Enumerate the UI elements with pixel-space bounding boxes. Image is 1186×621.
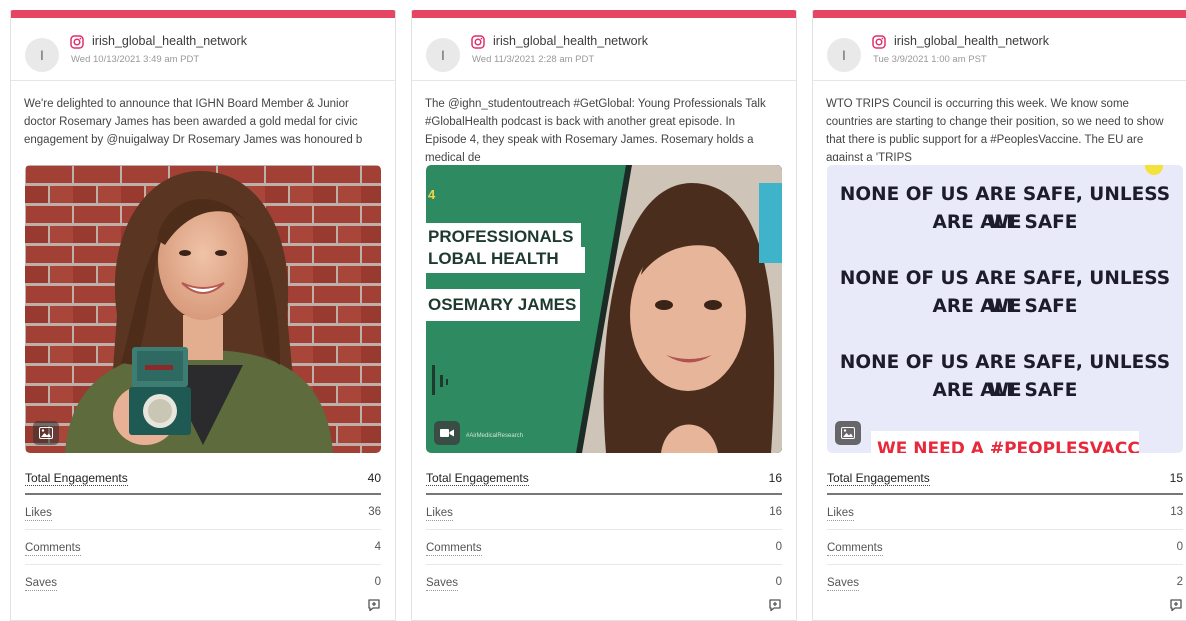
avatar: I (25, 38, 59, 72)
likes-row: Likes 16 (426, 495, 782, 530)
slogan-line: ARE ALL SAFE (932, 296, 1078, 317)
metric-label[interactable]: Saves (827, 576, 859, 591)
engagement-metrics: Total Engagements 15 Likes 13 Comments 0… (827, 460, 1183, 600)
metric-value: 0 (374, 576, 381, 588)
total-engagements-row: Total Engagements 15 (827, 460, 1183, 495)
avatar: I (827, 38, 861, 72)
total-engagements-row: Total Engagements 16 (426, 460, 782, 495)
accent-bar (813, 10, 1186, 18)
metric-value: 4 (374, 541, 381, 553)
metric-value: 15 (1169, 471, 1183, 485)
metric-value: 0 (775, 541, 782, 553)
accent-bar (412, 10, 796, 18)
account-name[interactable]: irish_global_health_network (493, 34, 648, 48)
metric-label[interactable]: Comments (827, 541, 883, 556)
post-card: I irish_global_health_network Tue 3/9/20… (812, 10, 1186, 621)
add-comment-icon[interactable] (367, 598, 381, 612)
accent-bar (11, 10, 395, 18)
saves-row: Saves 0 (426, 565, 782, 600)
metric-value: 13 (1170, 506, 1183, 518)
video-icon (434, 421, 460, 445)
post-header: I irish_global_health_network Wed 10/13/… (11, 18, 395, 81)
metric-label[interactable]: Comments (426, 541, 482, 556)
account-name[interactable]: irish_global_health_network (894, 34, 1049, 48)
saves-row: Saves 0 (25, 565, 381, 600)
account-name[interactable]: irish_global_health_network (92, 34, 247, 48)
metric-label[interactable]: Saves (426, 576, 458, 591)
banner-text: WE NEED A #PEOPLESVACCINE (877, 439, 1139, 453)
post-header: I irish_global_health_network Wed 11/3/2… (412, 18, 796, 81)
add-comment-icon[interactable] (768, 598, 782, 612)
post-caption: We're delighted to announce that IGHN Bo… (24, 95, 368, 161)
metric-value: 0 (1176, 541, 1183, 553)
post-card: I irish_global_health_network Wed 10/13/… (10, 10, 396, 621)
likes-row: Likes 36 (25, 495, 381, 530)
campaign-banner: WE NEED A #PEOPLESVACCINE (871, 431, 1139, 453)
metric-label[interactable]: Likes (25, 506, 52, 521)
total-engagements-row: Total Engagements 40 (25, 460, 381, 495)
post-header: I irish_global_health_network Tue 3/9/20… (813, 18, 1186, 81)
engagement-metrics: Total Engagements 40 Likes 36 Comments 4… (25, 460, 381, 600)
metric-value: 16 (769, 506, 782, 518)
post-caption: WTO TRIPS Council is occurring this week… (826, 95, 1176, 161)
image-icon (33, 421, 59, 445)
comments-row: Comments 4 (25, 530, 381, 565)
metric-label[interactable]: Total Engagements (426, 471, 529, 486)
instagram-icon (70, 35, 84, 49)
metric-value: 40 (367, 471, 381, 485)
guest-name: OSEMARY JAMES (426, 289, 581, 321)
avatar: I (426, 38, 460, 72)
media-title-line2: LOBAL HEALTH (426, 247, 585, 273)
metric-value: 0 (775, 576, 782, 588)
slogan-line: ARE ALL SAFE (932, 380, 1078, 401)
image-icon (835, 421, 861, 445)
medal-photo (25, 165, 381, 453)
saves-row: Saves 2 (827, 565, 1183, 600)
comments-row: Comments 0 (827, 530, 1183, 565)
slogan-line: ARE ALL SAFE (932, 212, 1078, 233)
episode-number: 4 (428, 187, 436, 202)
metric-label[interactable]: Likes (426, 506, 453, 521)
metric-label[interactable]: Total Engagements (827, 471, 930, 486)
instagram-icon (471, 35, 485, 49)
metric-value: 36 (368, 506, 381, 518)
post-image[interactable] (25, 165, 381, 453)
add-comment-icon[interactable] (1169, 598, 1183, 612)
media-title-line1: PROFESSIONALS (426, 223, 582, 249)
post-timestamp: Wed 10/13/2021 3:49 am PDT (71, 54, 200, 65)
metric-label[interactable]: Likes (827, 506, 854, 521)
metric-value: 16 (768, 471, 782, 485)
sticker (1145, 165, 1163, 175)
metric-label[interactable]: Saves (25, 576, 57, 591)
metric-value: 2 (1176, 576, 1183, 588)
comments-row: Comments 0 (426, 530, 782, 565)
instagram-icon (872, 35, 886, 49)
post-caption: The @ighn_studentoutreach #GetGlobal: Yo… (425, 95, 769, 161)
post-video[interactable]: 4 PROFESSIONALS LOBAL HEALTH OSEMARY JAM… (426, 165, 782, 453)
metric-label[interactable]: Comments (25, 541, 81, 556)
post-image[interactable]: NONE OF US ARE SAFE, UNLESS WE ARE ALL S… (827, 165, 1183, 453)
media-footer-text: #AirMedicalResearch (466, 433, 524, 439)
post-timestamp: Tue 3/9/2021 1:00 am PST (873, 54, 987, 65)
post-timestamp: Wed 11/3/2021 2:28 am PDT (472, 54, 595, 65)
engagement-metrics: Total Engagements 16 Likes 16 Comments 0… (426, 460, 782, 600)
metric-label[interactable]: Total Engagements (25, 471, 128, 486)
post-card: I irish_global_health_network Wed 11/3/2… (411, 10, 797, 621)
likes-row: Likes 13 (827, 495, 1183, 530)
